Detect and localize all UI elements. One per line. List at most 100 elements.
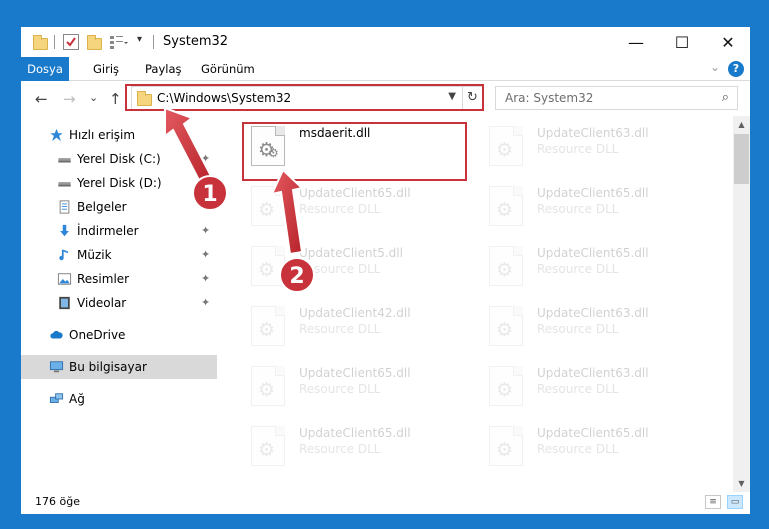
file-item[interactable]: ⚙ UpdateClient65.dll Resource DLL [483,240,707,292]
sidebar-item-this-pc[interactable]: Bu bilgisayar [21,355,217,379]
network-icon [49,393,64,403]
file-item[interactable]: ⚙ UpdateClient65.dll Resource DLL [483,180,707,232]
gear-icon: ⚙ [496,259,514,281]
dll-file-icon: ⚙ [489,246,523,286]
file-name: UpdateClient65.dll [299,426,411,440]
search-box[interactable]: Ara: System32 ⌕ [495,86,738,110]
file-type: Resource DLL [537,442,619,456]
tab-home[interactable]: Giriş [85,57,127,81]
divider [153,35,154,49]
file-item[interactable]: ⚙ UpdateClient63.dll Resource DLL [483,120,707,172]
cloud-icon [50,330,63,339]
pictures-icon [57,273,72,285]
file-name: UpdateClient42.dll [299,306,411,320]
file-item[interactable]: ⚙ UpdateClient65.dll Resource DLL [245,420,469,472]
file-item[interactable]: ⚙ UpdateClient65.dll Resource DLL [245,360,469,412]
file-item[interactable]: ⚙ UpdateClient65.dll Resource DLL [245,180,469,232]
gear-icon: ⚙ [258,199,276,221]
file-type: Resource DLL [299,382,381,396]
sidebar-item-music[interactable]: Müzik ✦ [21,243,217,267]
file-item[interactable]: ⚙ UpdateClient63.dll Resource DLL [483,300,707,352]
gear-icon: ⚙ [496,439,514,461]
item-count: 176 öğe [35,495,80,508]
dll-file-icon: ⚙ [251,186,285,226]
file-type: Resource DLL [299,442,381,456]
sidebar-item-label: Ağ [69,392,85,406]
file-type: Resource DLL [537,322,619,336]
properties-icon[interactable] [63,34,79,50]
file-item[interactable]: ⚙ UpdateClient65.dll Resource DLL [483,420,707,472]
file-highlight-box [242,122,467,181]
new-folder-icon[interactable] [87,35,102,50]
help-icon[interactable]: ? [728,61,744,77]
pin-icon: ✦ [201,248,211,261]
dll-file-icon: ⚙ [489,366,523,406]
file-item[interactable]: ⚙ UpdateClient63.dll Resource DLL [483,360,707,412]
gear-icon: ⚙ [258,379,276,401]
sidebar-item-quick-access[interactable]: Hızlı erişim [21,123,217,147]
scroll-up-icon[interactable]: ▲ [733,116,750,133]
sidebar-item-local-disk-c[interactable]: Yerel Disk (C:) ✦ [21,147,217,171]
back-button[interactable]: ← [35,90,48,108]
dll-file-icon: ⚙ [251,246,285,286]
dll-file-icon: ⚙ [489,426,523,466]
sidebar-item-label: Müzik [77,248,112,262]
maximize-button[interactable]: ☐ [659,27,705,57]
close-button[interactable]: ✕ [705,27,751,57]
file-name: UpdateClient65.dll [537,246,649,260]
dll-file-icon: ⚙ [251,306,285,346]
sidebar-item-onedrive[interactable]: OneDrive [21,323,217,347]
sidebar-item-documents[interactable]: Belgeler ✦ [21,195,217,219]
sidebar-item-downloads[interactable]: İndirmeler ✦ [21,219,217,243]
scroll-thumb[interactable] [734,134,749,184]
sidebar-item-label: Yerel Disk (D:) [77,176,162,190]
sidebar-item-pictures[interactable]: Resimler ✦ [21,267,217,291]
tab-view[interactable]: Görünüm [193,57,263,81]
file-name: UpdateClient65.dll [299,366,411,380]
file-name: UpdateClient5.dll [299,246,403,260]
large-icons-view-icon[interactable]: ▭ [727,495,743,509]
pin-icon: ✦ [201,200,211,213]
sidebar-item-local-disk-d[interactable]: Yerel Disk (D:) [21,171,217,195]
tab-file[interactable]: Dosya [21,57,69,81]
file-name: UpdateClient63.dll [537,306,649,320]
dll-file-icon: ⚙ [251,366,285,406]
documents-icon [59,200,70,214]
address-highlight-box [125,84,484,111]
search-input[interactable]: Ara: System32 [505,91,593,105]
window-title: System32 [163,34,229,49]
gear-icon: ⚙ [258,439,276,461]
maximize-icon: ☐ [674,32,690,52]
dll-file-icon: ⚙ [489,186,523,226]
tab-share[interactable]: Paylaş [137,57,190,81]
gear-icon: ⚙ [496,379,514,401]
sidebar-item-videos[interactable]: Videolar ✦ [21,291,217,315]
view-customize-icon[interactable] [109,34,128,50]
file-item[interactable]: ⚙ UpdateClient42.dll Resource DLL [245,300,469,352]
dll-file-icon: ⚙ [489,306,523,346]
sidebar-item-label: Yerel Disk (C:) [77,152,161,166]
ribbon-expand-icon[interactable]: ⌄ [710,60,720,74]
file-type: Resource DLL [537,142,619,156]
quick-access-dropdown-icon[interactable]: ▾ [137,34,153,50]
sidebar-item-label: İndirmeler [77,224,139,238]
search-icon[interactable]: ⌕ [722,90,729,105]
minimize-button[interactable]: — [613,27,659,57]
minimize-icon: — [628,32,644,52]
details-view-icon[interactable]: ≡ [705,495,721,509]
file-item[interactable]: ⚙ UpdateClient5.dll Resource DLL [245,240,469,292]
gear-icon: ⚙ [258,319,276,341]
sidebar-item-label: Belgeler [77,200,127,214]
vertical-scrollbar[interactable]: ▲ ▼ [733,116,750,492]
title-bar: ▾ System32 — ☐ ✕ [21,27,750,57]
forward-button[interactable]: → [63,90,76,108]
dll-file-icon: ⚙ [489,126,523,166]
scroll-down-icon[interactable]: ▼ [733,475,750,492]
up-button[interactable]: ↑ [109,90,122,108]
computer-icon [49,361,64,373]
sidebar-item-network[interactable]: Ağ [21,387,217,411]
dll-file-icon: ⚙ [251,426,285,466]
gear-icon: ⚙ [496,199,514,221]
recent-locations-button[interactable]: ⌄ [89,91,98,104]
ribbon-tabs: Dosya Giriş Paylaş Görünüm ⌄ ? [21,57,750,81]
